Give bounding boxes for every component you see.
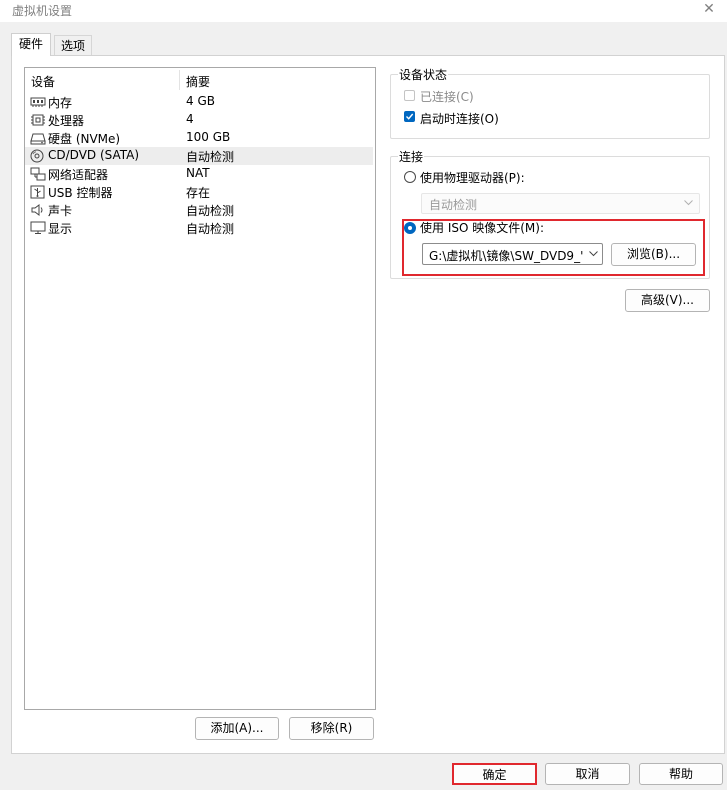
iso-image-label: 使用 ISO 映像文件(M): <box>420 221 544 235</box>
physical-drive-radio[interactable] <box>404 171 416 183</box>
hard-disk-icon <box>30 131 46 145</box>
device-status-title: 设备状态 <box>398 66 449 83</box>
connected-label: 已连接(C) <box>420 90 474 104</box>
connected-checkbox[interactable] <box>404 90 415 101</box>
chevron-down-icon <box>684 200 693 206</box>
memory-icon <box>30 95 46 109</box>
device-name: 硬盘 (NVMe) <box>48 132 121 146</box>
processor-icon <box>30 113 46 127</box>
advanced-button[interactable]: 高级(V)... <box>625 289 710 312</box>
device-summary: 4 <box>186 112 194 126</box>
device-status-group <box>390 74 710 139</box>
device-row-sound-card[interactable]: 声卡 自动检测 <box>25 201 373 219</box>
device-name: USB 控制器 <box>48 186 113 200</box>
remove-device-button[interactable]: 移除(R) <box>289 717 374 740</box>
device-name: CD/DVD (SATA) <box>48 148 140 162</box>
device-row-cd-dvd[interactable]: CD/DVD (SATA) 自动检测 <box>25 147 373 165</box>
close-icon[interactable]: ✕ <box>701 0 717 18</box>
device-summary: NAT <box>186 166 210 180</box>
network-adapter-icon <box>30 167 46 181</box>
connect-at-power-on-label: 启动时连接(O) <box>420 112 499 126</box>
device-name: 处理器 <box>48 114 85 128</box>
tab-options[interactable]: 选项 <box>54 35 92 56</box>
device-name: 内存 <box>48 96 73 110</box>
physical-drive-select-value: 自动检测 <box>429 198 478 212</box>
device-summary: 存在 <box>186 186 211 200</box>
title-bar <box>0 0 727 22</box>
browse-button[interactable]: 浏览(B)... <box>611 243 696 266</box>
usb-controller-icon <box>30 185 46 199</box>
device-summary: 自动检测 <box>186 204 235 218</box>
device-summary: 自动检测 <box>186 222 235 236</box>
device-name: 网络适配器 <box>48 168 109 182</box>
window-title: 虚拟机设置 <box>12 4 73 18</box>
device-summary: 100 GB <box>186 130 231 144</box>
device-summary: 自动检测 <box>186 150 235 164</box>
ok-button[interactable]: 确定 <box>452 763 537 785</box>
iso-image-radio[interactable] <box>404 222 416 234</box>
iso-path-combo[interactable]: G:\虚拟机\镜像\SW_DVD9_' <box>422 243 603 265</box>
device-row-hard-disk[interactable]: 硬盘 (NVMe) 100 GB <box>25 129 373 147</box>
display-icon <box>30 221 46 235</box>
physical-drive-select[interactable]: 自动检测 <box>421 193 700 214</box>
add-device-button[interactable]: 添加(A)... <box>195 717 279 740</box>
device-summary: 4 GB <box>186 94 215 108</box>
device-row-processor[interactable]: 处理器 4 <box>25 111 373 129</box>
device-row-display[interactable]: 显示 自动检测 <box>25 219 373 237</box>
tab-hardware[interactable]: 硬件 <box>11 33 51 56</box>
device-row-usb-controller[interactable]: USB 控制器 存在 <box>25 183 373 201</box>
device-column-header[interactable]: 设备 <box>31 73 55 90</box>
connect-at-power-on-checkbox[interactable] <box>404 111 415 122</box>
help-button[interactable]: 帮助 <box>639 763 723 785</box>
device-name: 声卡 <box>48 204 73 218</box>
cancel-button[interactable]: 取消 <box>545 763 630 785</box>
cd-dvd-icon <box>30 149 46 163</box>
column-separator[interactable] <box>179 70 180 90</box>
sound-card-icon <box>30 203 46 217</box>
iso-path-value: G:\虚拟机\镜像\SW_DVD9_' <box>429 249 584 263</box>
summary-column-header[interactable]: 摘要 <box>186 73 210 90</box>
physical-drive-label: 使用物理驱动器(P): <box>420 171 525 185</box>
device-row-memory[interactable]: 内存 4 GB <box>25 93 373 111</box>
connection-title: 连接 <box>398 148 425 165</box>
device-name: 显示 <box>48 222 73 236</box>
chevron-down-icon[interactable] <box>589 251 598 257</box>
device-row-network-adapter[interactable]: 网络适配器 NAT <box>25 165 373 183</box>
